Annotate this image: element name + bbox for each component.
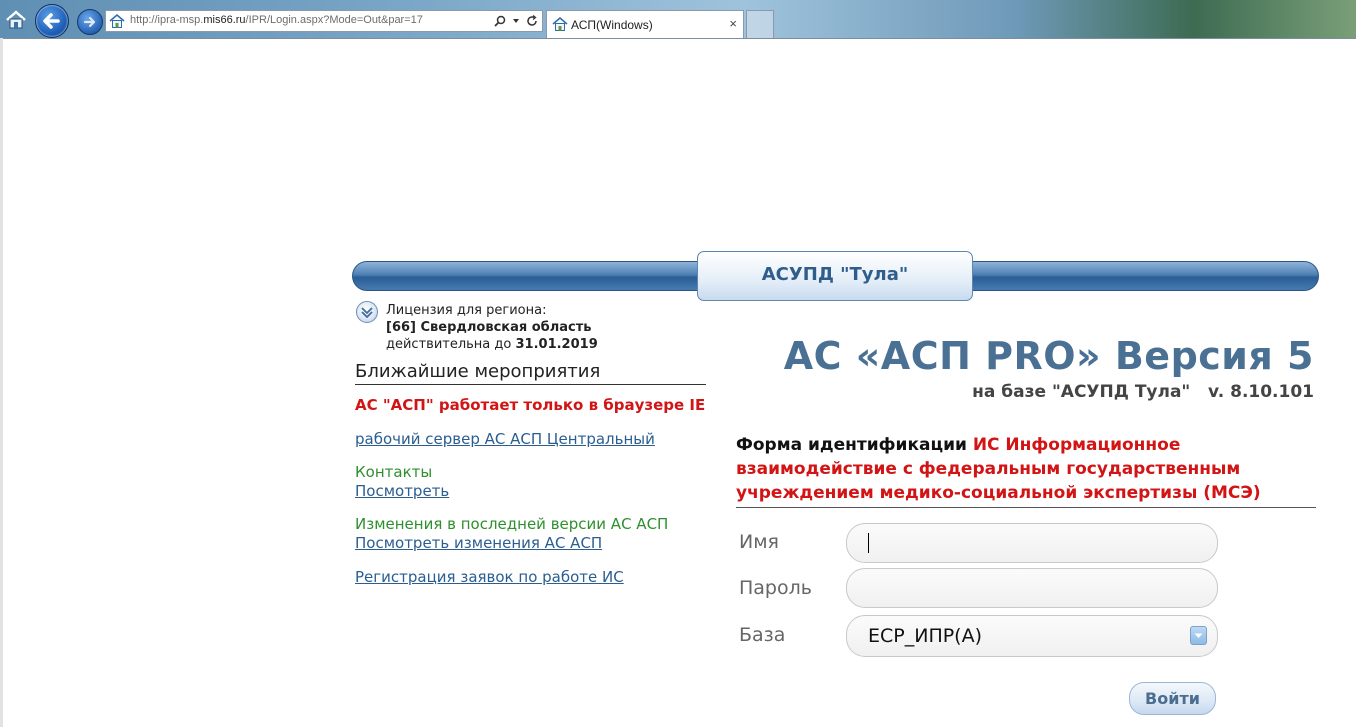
password-label: Пароль [739, 577, 812, 599]
arrow-right-icon [83, 16, 96, 28]
ie-only-note: АС "АСП" работает только в браузере IE [355, 396, 706, 414]
server-link[interactable]: рабочий сервер АС АСП Центральный [355, 430, 655, 448]
arrow-left-icon [43, 13, 60, 29]
system-name: АСУПД "Тула" [761, 264, 909, 285]
tab-favicon-icon [552, 16, 568, 32]
text-caret [868, 533, 869, 553]
browser-tab[interactable]: АСП(Windows) × [546, 10, 744, 38]
license-valid-date: 31.01.2019 [515, 337, 598, 352]
license-region: [66] Свердловская область [386, 320, 592, 335]
dropdown-arrow-icon[interactable] [512, 17, 520, 25]
chevron-down-icon [1194, 633, 1203, 638]
events-title: Ближайшие мероприятия [355, 361, 706, 385]
forward-button[interactable] [77, 9, 103, 35]
login-button[interactable]: Войти [1129, 682, 1216, 715]
select-dropdown-button[interactable] [1190, 626, 1207, 645]
license-label: Лицензия для региона: [386, 303, 547, 318]
address-url: http://ipra-msp.mis66.ru/IPR/Login.aspx?… [130, 14, 423, 26]
back-button[interactable] [35, 4, 69, 38]
browser-toolbar: http://ipra-msp.mis66.ru/IPR/Login.aspx?… [0, 0, 1356, 39]
base-select[interactable]: ЕСР_ИПР(А) [846, 615, 1218, 657]
license-info: Лицензия для региона: [66] Свердловская … [386, 302, 598, 353]
base-selected-value: ЕСР_ИПР(А) [868, 625, 983, 647]
contacts-link[interactable]: Посмотреть [355, 482, 449, 500]
app-subtitle: на базе "АСУПД Тула" v. 8.10.101 [972, 382, 1314, 402]
form-heading-label: Форма идентификации [736, 435, 967, 455]
new-tab-button[interactable] [746, 10, 774, 38]
site-favicon-icon [109, 13, 125, 29]
license-expand-icon[interactable] [356, 301, 378, 323]
registration-link[interactable]: Регистрация заявок по работе ИС [355, 568, 624, 586]
name-input[interactable] [846, 523, 1218, 563]
password-input[interactable] [846, 568, 1218, 608]
form-divider [736, 507, 1316, 508]
tab-title: АСП(Windows) [571, 18, 653, 32]
contacts-label: Контакты [355, 463, 433, 481]
app-title: АС «АСП PRO» Версия 5 [783, 334, 1314, 378]
form-heading: Форма идентификации ИС Информационное вз… [736, 433, 1316, 505]
changes-link[interactable]: Посмотреть изменения АС АСП [355, 534, 602, 552]
home-icon[interactable] [4, 8, 28, 32]
address-bar[interactable]: http://ipra-msp.mis66.ru/IPR/Login.aspx?… [105, 10, 543, 32]
base-label: База [739, 624, 786, 646]
refresh-icon[interactable] [526, 15, 538, 27]
search-icon[interactable] [494, 15, 506, 27]
tab-close-icon[interactable]: × [729, 16, 737, 31]
chevron-down-icon [361, 307, 373, 318]
name-label: Имя [739, 531, 779, 553]
changes-label: Изменения в последней версии АС АСП [355, 515, 669, 533]
license-valid-prefix: действительна до [386, 337, 512, 352]
page-left-edge [0, 38, 3, 727]
header-badge: АСУПД "Тула" [697, 251, 973, 301]
